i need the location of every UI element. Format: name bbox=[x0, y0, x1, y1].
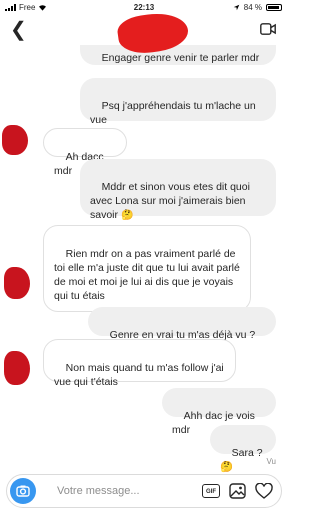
message-outgoing: Mddr et sinon vous etes dit quoi avec Lo… bbox=[80, 159, 276, 221]
message-input[interactable]: Votre message... bbox=[57, 485, 140, 497]
message-outgoing: Sara ? 🤔 bbox=[210, 425, 276, 473]
gif-button[interactable]: GIF bbox=[202, 484, 220, 498]
message-outgoing: Engager genre venir te parler mdr bbox=[80, 45, 276, 65]
video-camera-icon[interactable] bbox=[260, 23, 276, 35]
status-bar: Free 22:13 84 % bbox=[0, 0, 288, 15]
message-outgoing: Genre en vrai tu m'as déjà vu ? 🤔 bbox=[88, 307, 276, 355]
image-icon[interactable] bbox=[229, 483, 246, 499]
avatar[interactable] bbox=[4, 267, 30, 299]
camera-button[interactable] bbox=[10, 478, 36, 504]
status-right: 84 % bbox=[233, 3, 282, 12]
message-incoming: Rien mdr on a pas vraiment parlé de toi … bbox=[43, 225, 251, 312]
seen-indicator: Vu bbox=[266, 457, 277, 466]
message-composer[interactable]: Votre message... GIF bbox=[6, 474, 282, 508]
battery-icon bbox=[266, 4, 282, 11]
location-icon bbox=[233, 4, 240, 11]
message-outgoing: Ahh dac je vois mdr bbox=[162, 388, 276, 436]
message-incoming: Ah dacc mdr bbox=[43, 128, 127, 177]
message-incoming: Non mais quand tu m'as follow j'ai vue q… bbox=[43, 339, 236, 388]
heart-icon[interactable] bbox=[255, 483, 273, 499]
avatar[interactable] bbox=[4, 351, 30, 385]
message-thread: Engager genre venir te parler mdr Psq j'… bbox=[0, 45, 288, 473]
back-icon[interactable]: ❮ bbox=[10, 20, 27, 40]
camera-icon bbox=[16, 485, 30, 497]
message-outgoing: Psq j'appréhendais tu m'lache un vue🤷🏻‍♂… bbox=[80, 78, 276, 140]
battery-percent: 84 % bbox=[243, 3, 262, 12]
avatar[interactable] bbox=[2, 125, 28, 155]
